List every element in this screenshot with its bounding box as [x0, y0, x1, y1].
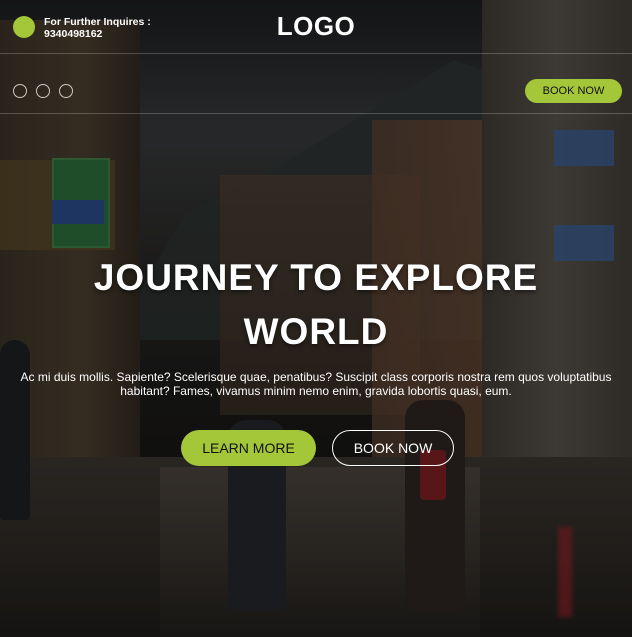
- sub-bar: BOOK NOW: [0, 54, 632, 114]
- top-bar: For Further Inquires : 9340498162 LOGO: [0, 0, 632, 54]
- logo[interactable]: LOGO: [0, 11, 632, 42]
- hero-title-line-2: WORLD: [243, 311, 389, 352]
- hero-title-line-1: JOURNEY TO EXPLORE: [93, 257, 539, 298]
- book-now-button[interactable]: BOOK NOW: [332, 430, 454, 466]
- hero-description: Ac mi duis mollis. Sapiente? Scelerisque…: [20, 370, 612, 398]
- circle-outline-icon[interactable]: [59, 84, 73, 98]
- book-now-button-top[interactable]: BOOK NOW: [525, 79, 622, 103]
- circle-outline-icon[interactable]: [13, 84, 27, 98]
- circle-outline-icon[interactable]: [36, 84, 50, 98]
- hero-title: JOURNEY TO EXPLORE WORLD: [0, 251, 632, 359]
- learn-more-button[interactable]: LEARN MORE: [181, 430, 316, 466]
- hero-section: For Further Inquires : 9340498162 LOGO B…: [0, 0, 632, 637]
